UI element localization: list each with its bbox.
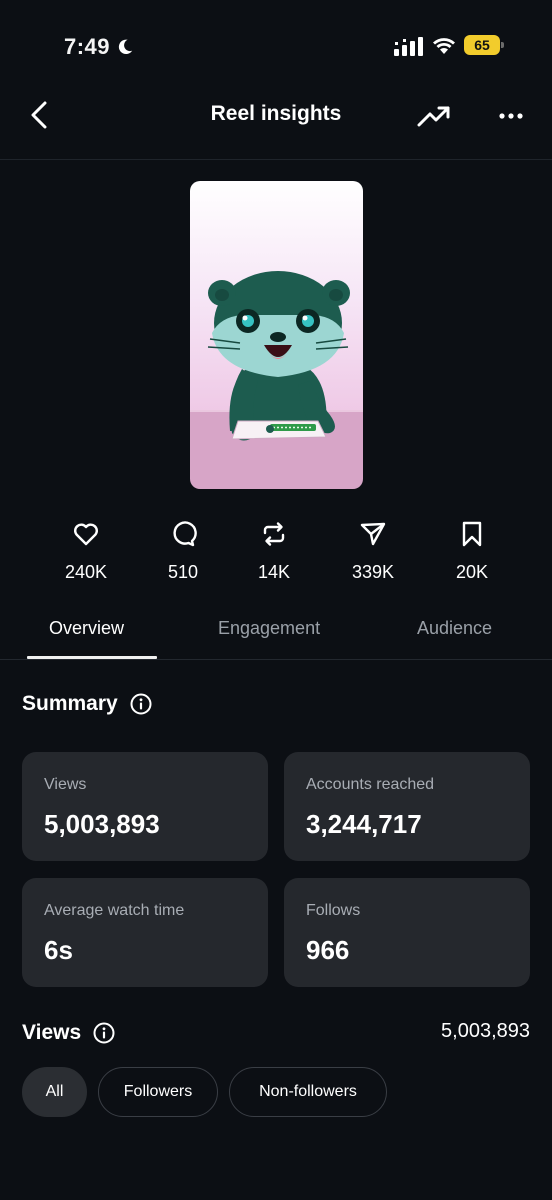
views-heading: Views: [22, 1021, 115, 1045]
shares-count: 339K: [351, 562, 395, 582]
follows-card[interactable]: Follows 966: [284, 878, 530, 987]
reposts-stat[interactable]: 14K: [234, 520, 314, 583]
average-watch-time-card[interactable]: Average watch time 6s: [22, 878, 268, 987]
reposts-count: 14K: [257, 562, 291, 582]
comments-stat[interactable]: 510: [143, 520, 223, 583]
shares-stat[interactable]: 339K: [333, 520, 413, 583]
likes-stat[interactable]: 240K: [46, 520, 126, 583]
info-icon[interactable]: [130, 693, 152, 715]
insights-tabs: Overview Engagement Audience: [0, 600, 552, 660]
card-value: 3,244,717: [306, 809, 422, 839]
info-icon[interactable]: [93, 1022, 115, 1044]
card-value: 966: [306, 935, 350, 965]
comment-icon: [173, 521, 197, 547]
card-value: 6s: [44, 935, 73, 965]
views-total: 5,003,893: [441, 1020, 530, 1042]
signal-icon: [394, 37, 423, 56]
wifi-icon: [433, 38, 455, 54]
status-time: 7:49: [64, 34, 134, 60]
share-icon: [360, 522, 386, 546]
card-value: 5,003,893: [44, 809, 160, 839]
filter-non-followers-chip[interactable]: Non-followers: [229, 1067, 387, 1117]
tab-overview[interactable]: Overview: [49, 618, 124, 639]
battery-level: 65: [464, 35, 500, 55]
comments-count: 510: [167, 562, 199, 582]
heart-icon: [74, 523, 98, 546]
card-label: Average watch time: [44, 902, 185, 919]
active-tab-indicator: [27, 656, 157, 659]
saves-count: 20K: [455, 562, 489, 582]
likes-count: 240K: [64, 562, 108, 582]
bookmark-icon: [462, 521, 482, 547]
views-title: Views: [22, 1021, 82, 1044]
otter-illustration: [190, 181, 363, 489]
engagement-stats: 240K 510 14K 339K 20K: [0, 520, 552, 590]
battery-indicator: 65: [464, 35, 504, 55]
card-label: Accounts reached: [306, 776, 435, 793]
time-text: 7:49: [64, 34, 111, 59]
card-label: Follows: [306, 902, 361, 919]
status-bar: 7:49 65: [0, 0, 552, 92]
card-label: Views: [44, 776, 87, 793]
saves-stat[interactable]: 20K: [432, 520, 512, 583]
repost-icon: [263, 522, 285, 546]
page-title: Reel insights: [210, 102, 342, 125]
filter-all-chip[interactable]: All: [22, 1067, 87, 1117]
accounts-reached-card[interactable]: Accounts reached 3,244,717: [284, 752, 530, 861]
tab-engagement[interactable]: Engagement: [218, 618, 320, 639]
reel-thumbnail[interactable]: [190, 181, 363, 489]
summary-heading: Summary: [22, 692, 152, 716]
header: Reel insights: [0, 92, 552, 160]
more-options-icon[interactable]: [497, 106, 525, 126]
filter-followers-chip[interactable]: Followers: [98, 1067, 218, 1117]
summary-title: Summary: [22, 692, 118, 715]
moon-icon: [118, 39, 133, 55]
trending-icon[interactable]: [417, 104, 451, 128]
tab-audience[interactable]: Audience: [417, 618, 492, 639]
views-card[interactable]: Views 5,003,893: [22, 752, 268, 861]
